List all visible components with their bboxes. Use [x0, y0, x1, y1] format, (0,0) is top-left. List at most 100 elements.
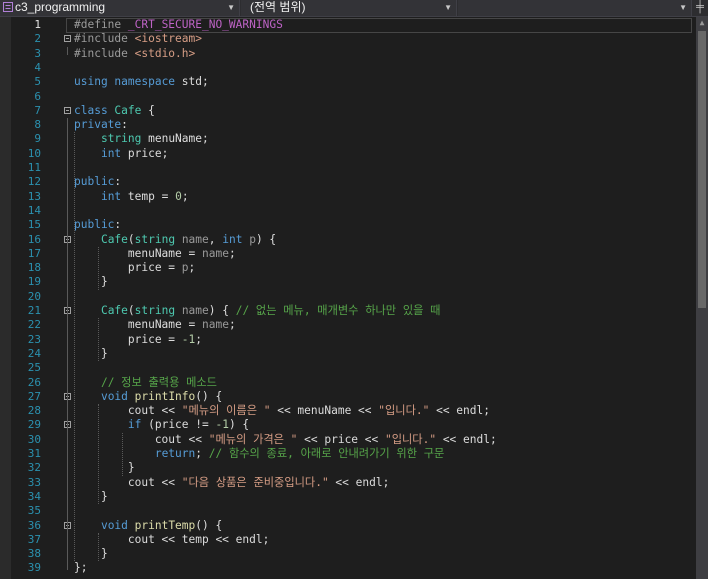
code-line[interactable]: 28 cout << "메뉴의 이름은 " << menuName << "입니… [0, 404, 696, 418]
collapse-icon[interactable] [64, 106, 71, 114]
code-text: cout << "메뉴의 가격은 " << price << "입니다." <<… [74, 433, 497, 447]
collapse-icon[interactable] [64, 35, 71, 43]
code-line[interactable]: 26 // 정보 출력용 메소드 [0, 376, 696, 390]
code-line[interactable]: 22 menuName = name; [0, 318, 696, 332]
line-number: 10 [27, 146, 41, 160]
code-line[interactable]: 33 cout << "다음 상품은 준비중입니다." << endl; [0, 476, 696, 490]
code-line[interactable]: 32 } [0, 461, 696, 475]
scroll-up-arrow-icon[interactable]: ▲ [696, 17, 708, 29]
code-token: } [74, 489, 108, 503]
code-token: _CRT_SECURE_NO_WARNINGS [127, 18, 283, 31]
code-line[interactable]: 38 } [0, 547, 696, 561]
code-text: int price; [74, 147, 168, 161]
code-token: ; [228, 246, 236, 260]
indent-guide [74, 132, 75, 562]
chevron-down-icon: ▼ [227, 3, 235, 12]
code-line[interactable]: 13 int temp = 0; [0, 190, 696, 204]
code-token: "입니다." [378, 404, 430, 418]
code-line[interactable]: 17 menuName = name; [0, 247, 696, 261]
code-token: { [141, 103, 155, 117]
code-line[interactable]: 35 [0, 504, 696, 518]
project-dropdown[interactable]: c3_programming ▼ [0, 0, 240, 16]
code-line[interactable]: 21 Cafe(string name) { // 없는 메뉴, 매개변수 하나… [0, 304, 696, 318]
code-line[interactable]: 27 void printInfo() { [0, 390, 696, 404]
code-line[interactable]: 20 [0, 290, 696, 304]
code-line[interactable]: 34 } [0, 490, 696, 504]
code-text: Cafe(string name) { // 없는 메뉴, 매개변수 하나만 있… [74, 304, 440, 318]
line-number: 19 [27, 275, 41, 289]
code-token: } [74, 275, 108, 289]
code-text: using namespace std; [74, 75, 209, 89]
code-token: temp = [127, 189, 176, 203]
code-token: std; [181, 75, 209, 89]
code-line[interactable]: 10 int price; [0, 147, 696, 161]
member-dropdown[interactable]: ▼ [458, 0, 692, 16]
line-number: 27 [27, 389, 41, 403]
code-line[interactable]: 39}; [0, 561, 696, 575]
code-text: price = -1; [74, 333, 202, 347]
code-line[interactable]: 30 cout << "메뉴의 가격은 " << price << "입니다."… [0, 433, 696, 447]
code-token: 0 [175, 189, 182, 203]
code-line[interactable]: 24 } [0, 347, 696, 361]
code-token: () { [195, 518, 223, 532]
code-line[interactable]: 2 #include <iostream> [0, 32, 696, 46]
code-token: << endl; [436, 432, 497, 446]
code-line[interactable]: 5 using namespace std; [0, 75, 696, 89]
code-line[interactable]: 18 price = p; [0, 261, 696, 275]
project-name: c3_programming [15, 0, 106, 14]
line-number: 2 [34, 32, 41, 46]
code-line[interactable]: 12 public: [0, 175, 696, 189]
line-number: 23 [27, 332, 41, 346]
code-line[interactable]: 15 public: [0, 218, 696, 232]
code-token: name [181, 304, 209, 317]
fold-outline [67, 318, 68, 356]
code-line[interactable]: 6 [0, 90, 696, 104]
code-token: // 없는 메뉴, 매개변수 하나만 있을 때 [235, 304, 441, 317]
fold-outline [67, 46, 68, 55]
code-line[interactable]: 11 [0, 161, 696, 175]
code-token: using [74, 75, 115, 89]
code-token: private [74, 118, 122, 132]
code-editor[interactable]: 1 #define _CRT_SECURE_NO_WARNINGS 2 #includ… [0, 17, 708, 579]
code-line[interactable]: 1 #define _CRT_SECURE_NO_WARNINGS [0, 18, 696, 33]
code-line[interactable]: 7 class Cafe { [0, 104, 696, 118]
code-line[interactable]: 36 void printTemp() { [0, 519, 696, 533]
code-line[interactable]: 37 cout << temp << endl; [0, 533, 696, 547]
code-token: ) { [255, 232, 277, 246]
code-token: cout << temp << endl; [74, 532, 270, 546]
code-token: Cafe [100, 232, 128, 246]
code-line[interactable]: 9 string menuName; [0, 132, 696, 146]
code-line[interactable]: 3 #include <stdio.h> [0, 47, 696, 61]
vertical-scrollbar[interactable]: ▲ [696, 17, 708, 579]
code-token: () { [195, 389, 223, 403]
line-number: 13 [27, 189, 41, 203]
code-line[interactable]: 29 if (price != -1) { [0, 418, 696, 432]
code-token: menuName = [74, 246, 202, 260]
code-token: ; [195, 332, 203, 346]
code-text: price = p; [74, 261, 195, 275]
code-text: cout << temp << endl; [74, 533, 269, 547]
indent-guide [98, 318, 99, 362]
code-token: : [114, 218, 122, 232]
code-text: class Cafe { [74, 104, 155, 118]
code-line[interactable]: 8 private: [0, 118, 696, 132]
code-line[interactable]: 25 [0, 361, 696, 375]
code-line[interactable]: 23 price = -1; [0, 333, 696, 347]
code-line[interactable]: 19 } [0, 275, 696, 289]
code-token: int [100, 146, 128, 160]
split-pane-button[interactable]: ╪ [692, 0, 708, 16]
code-token: ; [228, 318, 236, 332]
line-number: 11 [27, 161, 41, 174]
code-line[interactable]: 31 return; // 함수의 종료, 아래로 안내려가기 위한 구문 [0, 447, 696, 461]
scroll-thumb[interactable] [698, 31, 706, 308]
scope-dropdown[interactable]: (전역 범위) ▼ [241, 0, 457, 16]
code-text: #define _CRT_SECURE_NO_WARNINGS [74, 18, 283, 32]
code-line[interactable]: 16 Cafe(string name, int p) { [0, 233, 696, 247]
code-token: string [134, 232, 182, 246]
code-line[interactable]: 4 [0, 61, 696, 75]
code-line[interactable]: 14 [0, 204, 696, 218]
